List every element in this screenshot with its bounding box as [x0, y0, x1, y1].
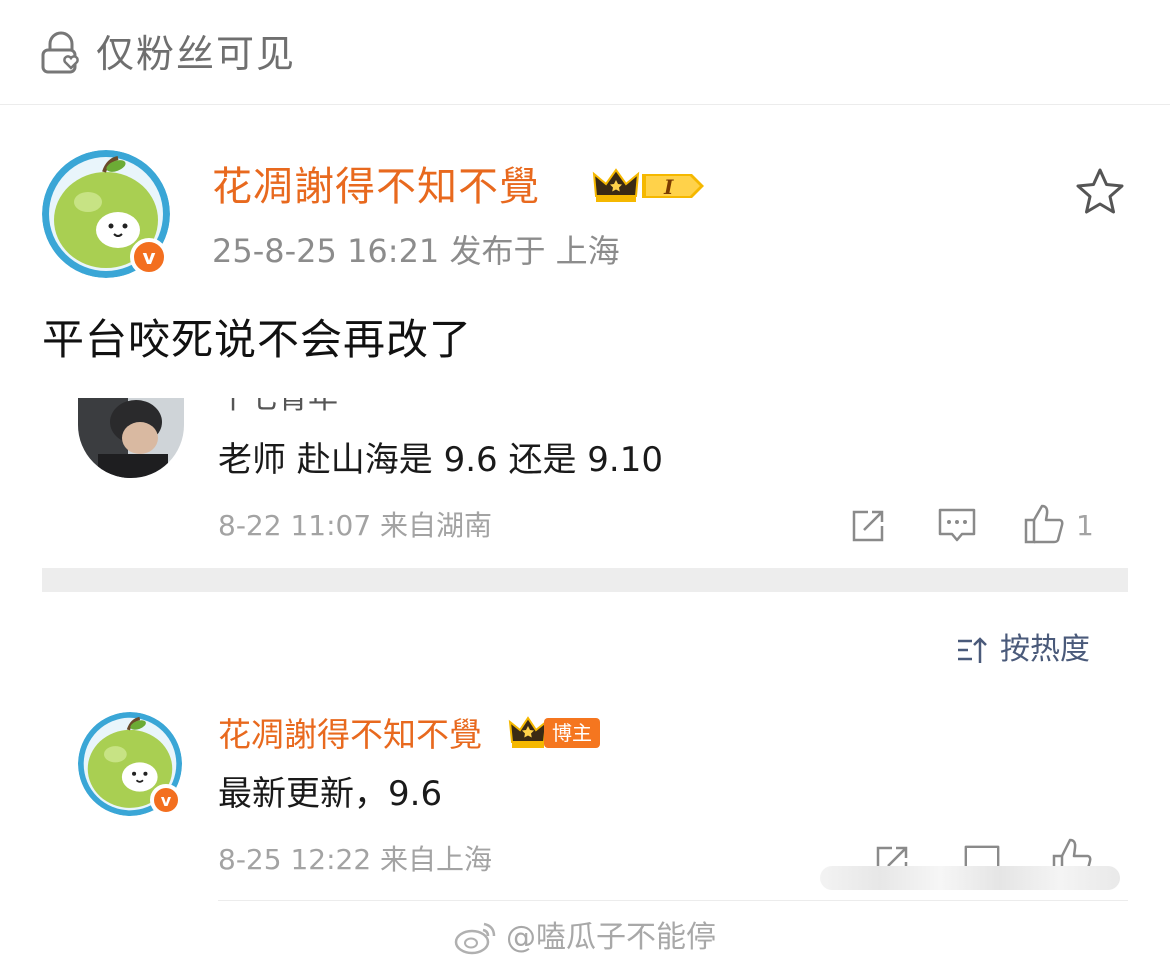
thumbs-up-icon[interactable] — [1022, 502, 1066, 546]
share-icon[interactable] — [848, 506, 888, 546]
verified-badge-icon: v — [130, 238, 168, 276]
post-meta: 25-8-25 16:21 发布于 上海 — [212, 232, 620, 270]
reply-meta: 8-25 12:22 来自上海 — [218, 843, 493, 876]
person-photo-image — [78, 398, 184, 478]
weibo-logo-icon — [454, 922, 496, 955]
commenter-avatar[interactable] — [78, 398, 184, 478]
crown-icon: I — [592, 168, 704, 202]
reply-author-avatar[interactable]: v — [78, 712, 182, 816]
svg-text:I: I — [663, 175, 674, 199]
blogger-badge: 博主 — [508, 716, 600, 750]
like-count: 1 — [1076, 509, 1094, 542]
watermark-text: @嗑瓜子不能停 — [506, 920, 716, 955]
star-icon[interactable] — [1072, 166, 1128, 218]
lock-heart-icon — [41, 31, 79, 74]
watermark: @嗑瓜子不能停 — [454, 918, 716, 958]
reply-divider — [218, 900, 1128, 901]
clipped-commenter-name: 十七青年 — [218, 398, 338, 416]
reply-author-name[interactable]: 花凋謝得不知不覺 — [218, 712, 482, 758]
reply-text: 最新更新，9.6 — [218, 774, 443, 814]
blurred-area — [820, 866, 1120, 890]
crown-icon — [508, 716, 548, 748]
section-divider — [42, 568, 1128, 592]
verified-badge-icon: v — [150, 784, 182, 816]
comment-text: 老师 赴山海是 9.6 还是 9.10 — [218, 440, 664, 480]
sort-label: 按热度 — [1000, 632, 1090, 667]
author-name[interactable]: 花凋謝得不知不覺 — [212, 160, 540, 214]
sort-icon — [958, 637, 987, 663]
fan-level-badge: I — [592, 166, 706, 210]
blogger-badge-label: 博主 — [544, 718, 600, 748]
visibility-label: 仅粉丝可见 — [96, 32, 297, 76]
post-body: 平台咬死说不会再改了 — [42, 315, 473, 364]
comment-icon[interactable] — [936, 506, 978, 546]
sort-by-heat-button[interactable]: 按热度 — [956, 628, 1090, 672]
comment-meta: 8-22 11:07 来自湖南 — [218, 509, 493, 542]
visibility-bar: 仅粉丝可见 — [0, 0, 1170, 105]
author-avatar[interactable]: v — [42, 150, 170, 278]
